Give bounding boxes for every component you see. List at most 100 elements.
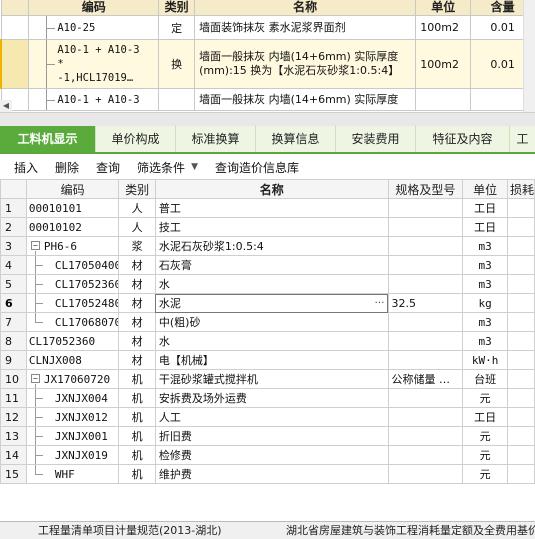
material-type[interactable]: 材 <box>118 293 156 313</box>
material-spec[interactable] <box>387 198 464 218</box>
material-spec[interactable] <box>387 331 464 351</box>
filter-dropdown[interactable]: 筛选条件 ▼ <box>137 159 198 176</box>
top-header-code[interactable]: 编码 <box>28 0 160 16</box>
material-spec[interactable] <box>387 274 464 294</box>
row-number[interactable]: 14 <box>0 445 27 465</box>
material-unit[interactable]: 工日 <box>462 217 508 237</box>
material-name[interactable]: 技工 <box>154 217 389 237</box>
material-name[interactable]: 水 <box>154 331 389 351</box>
material-code[interactable]: WHF <box>25 464 120 484</box>
row-number[interactable]: 10 <box>0 369 27 389</box>
header-loss[interactable]: 损耗 <box>506 179 535 199</box>
material-type[interactable]: 机 <box>118 445 156 465</box>
material-type[interactable]: 材 <box>118 255 156 275</box>
top-row-head[interactable] <box>0 39 30 89</box>
top-row-unit[interactable]: 100m2 <box>415 39 472 89</box>
material-name[interactable]: 维护费 <box>154 464 389 484</box>
material-spec[interactable] <box>387 445 464 465</box>
tab-standard-conversion[interactable]: 标准换算 <box>176 126 256 152</box>
top-header-name[interactable]: 名称 <box>194 0 417 16</box>
status-spec-standard[interactable]: 工程量清单项目计量规范(2013-湖北) <box>0 522 280 539</box>
top-header-unit[interactable]: 单位 <box>415 0 472 16</box>
tab-features-content[interactable]: 特征及内容 <box>416 126 510 152</box>
material-name[interactable]: 电【机械】 <box>154 350 389 370</box>
material-code[interactable]: CL17068070 <box>25 312 120 332</box>
material-spec[interactable] <box>387 236 464 256</box>
material-spec[interactable] <box>387 350 464 370</box>
material-type[interactable]: 人 <box>118 198 156 218</box>
material-unit[interactable]: 元 <box>462 445 508 465</box>
material-code[interactable]: 00010102 <box>25 217 120 237</box>
row-number[interactable]: 1 <box>0 198 27 218</box>
header-spec[interactable]: 规格及型号 <box>387 179 464 199</box>
top-table-row[interactable]: A10-1 + A10-3 墙面一般抹灰 内墙(14+6mm) 实际厚度 <box>0 88 535 111</box>
top-vertical-scrollbar[interactable] <box>523 0 535 112</box>
material-row[interactable]: 4 CL17050400 材石灰膏 m3 <box>0 255 535 275</box>
material-row[interactable]: 10− JX17060720 机干混砂浆罐式搅拌机 公称储量 … 台班 <box>0 369 535 389</box>
top-row-head[interactable] <box>0 15 30 40</box>
material-unit[interactable]: 元 <box>462 426 508 446</box>
material-type[interactable]: 材 <box>118 274 156 294</box>
row-number[interactable]: 9 <box>0 350 27 370</box>
row-number[interactable]: 8 <box>0 331 27 351</box>
name-picker-button[interactable]: … <box>375 295 385 306</box>
pane-splitter[interactable] <box>0 112 535 126</box>
material-type[interactable]: 人 <box>118 217 156 237</box>
material-row[interactable]: 1 00010101 人普工 工日 <box>0 198 535 218</box>
row-number[interactable]: 7 <box>0 312 27 332</box>
row-number[interactable]: 11 <box>0 388 27 408</box>
row-number[interactable]: 15 <box>0 464 27 484</box>
material-loss[interactable] <box>506 445 535 465</box>
material-loss[interactable] <box>506 331 535 351</box>
material-row[interactable]: 15 WHF 机维护费 元 <box>0 464 535 484</box>
material-code[interactable]: JXNJX001 <box>25 426 120 446</box>
top-table-row[interactable]: A10-25 定 墙面装饰抹灰 素水泥浆界面剂 100m2 0.01 <box>0 15 535 40</box>
material-unit[interactable]: 工日 <box>462 407 508 427</box>
material-loss[interactable] <box>506 350 535 370</box>
material-type[interactable]: 机 <box>118 407 156 427</box>
material-unit[interactable]: m3 <box>462 312 508 332</box>
material-type[interactable]: 机 <box>118 464 156 484</box>
top-table-row-selected[interactable]: A10-1 + A10-3 * -1,HCL17019… 换 墙面一般抹灰 内墙… <box>0 39 535 89</box>
material-type[interactable]: 机 <box>118 388 156 408</box>
material-name[interactable]: 水泥石灰砂浆1:0.5:4 <box>154 236 389 256</box>
material-unit[interactable]: m3 <box>462 331 508 351</box>
material-loss[interactable] <box>506 388 535 408</box>
material-spec[interactable]: 32.5 <box>387 293 464 313</box>
material-row[interactable]: 8 CL17052360 材水 m3 <box>0 331 535 351</box>
row-number[interactable]: 6 <box>0 293 27 313</box>
top-header-type[interactable]: 类别 <box>158 0 196 16</box>
material-spec[interactable] <box>387 255 464 275</box>
material-code[interactable]: CL17050400 <box>25 255 120 275</box>
tab-conversion-info[interactable]: 换算信息 <box>256 126 336 152</box>
material-type[interactable]: 材 <box>118 331 156 351</box>
material-code[interactable]: CL17052360 <box>25 331 120 351</box>
material-loss[interactable] <box>506 464 535 484</box>
material-loss[interactable] <box>506 274 535 294</box>
delete-button[interactable]: 删除 <box>55 159 79 176</box>
tab-install-fee[interactable]: 安装费用 <box>336 126 416 152</box>
top-row-code[interactable]: A10-1 + A10-3 * -1,HCL17019… <box>28 39 160 89</box>
material-row[interactable]: 7 CL17068070 材中(粗)砂 m3 <box>0 312 535 332</box>
material-type[interactable]: 材 <box>118 312 156 332</box>
material-code[interactable]: − JX17060720 <box>25 369 120 389</box>
material-code[interactable]: CLNJX008 <box>25 350 120 370</box>
material-name[interactable]: 干混砂浆罐式搅拌机 <box>154 369 389 389</box>
tab-unit-price-composition[interactable]: 单价构成 <box>96 126 176 152</box>
material-code[interactable]: JXNJX004 <box>25 388 120 408</box>
material-name[interactable]: 安拆费及场外运费 <box>154 388 389 408</box>
top-row-name[interactable]: 墙面一般抹灰 内墙(14+6mm) 实际厚度 (mm):15 换为【水泥石灰砂浆… <box>194 39 417 89</box>
header-code[interactable]: 编码 <box>25 179 120 199</box>
material-name[interactable]: 水泥… <box>154 293 389 313</box>
material-spec[interactable] <box>387 312 464 332</box>
material-loss[interactable] <box>506 236 535 256</box>
top-row-type[interactable]: 换 <box>158 39 196 89</box>
material-unit[interactable]: 台班 <box>462 369 508 389</box>
material-code[interactable]: 00010101 <box>25 198 120 218</box>
minus-box-icon[interactable]: − <box>30 374 40 383</box>
top-row-type[interactable]: 定 <box>158 15 196 40</box>
row-number[interactable]: 12 <box>0 407 27 427</box>
material-spec[interactable]: 公称储量 … <box>387 369 464 389</box>
material-row[interactable]: 12 JXNJX012 机人工 工日 <box>0 407 535 427</box>
query-button[interactable]: 查询 <box>96 159 120 176</box>
